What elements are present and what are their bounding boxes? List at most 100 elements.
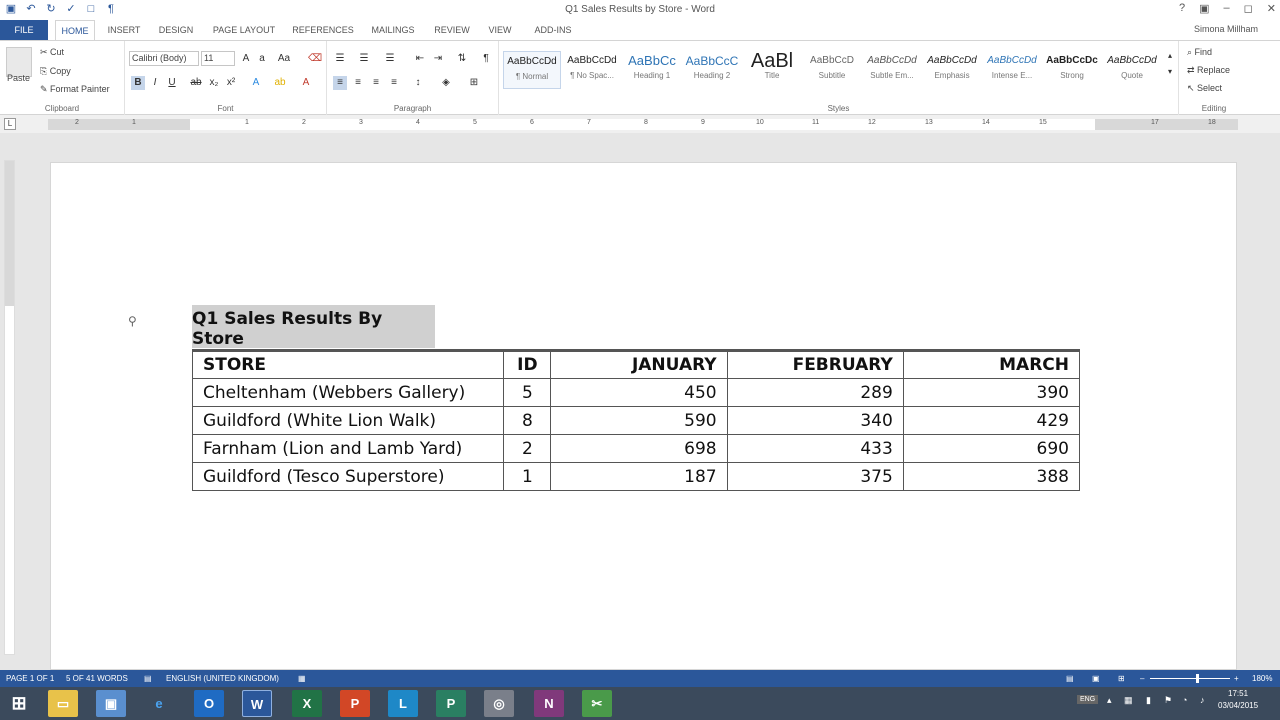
help-icon[interactable]: ? <box>1179 2 1185 15</box>
format-painter-button[interactable]: ✎ Format Painter <box>40 84 110 95</box>
style-quote[interactable]: AaBbCcDd Quote <box>1103 51 1161 89</box>
table-cell[interactable]: Guildford (White Lion Walk) <box>191 406 505 435</box>
internet-explorer-icon[interactable]: e <box>144 690 174 717</box>
tray-chevron-icon[interactable]: ▴ <box>1107 695 1112 706</box>
font-color-icon[interactable]: A <box>299 76 313 90</box>
multilevel-list-icon[interactable]: ☰ <box>383 52 397 66</box>
header-february[interactable]: FEBRUARY <box>726 349 904 379</box>
header-id[interactable]: ID <box>503 349 552 379</box>
tab-page-layout[interactable]: PAGE LAYOUT <box>206 20 282 40</box>
clear-formatting-icon[interactable]: ⌫ <box>308 52 322 66</box>
strikethrough-icon[interactable]: ab <box>189 76 203 90</box>
font-name-dropdown[interactable]: Calibri (Body) <box>129 51 199 66</box>
table-cell[interactable]: 590 <box>550 406 728 435</box>
outlook-icon[interactable]: O <box>194 690 224 717</box>
tab-view[interactable]: VIEW <box>482 20 518 40</box>
ribbon-display-icon[interactable]: ▣ <box>1199 2 1209 15</box>
zoom-out-icon[interactable]: – <box>1140 674 1144 683</box>
document-title[interactable]: Q1 Sales Results By Store <box>192 305 435 349</box>
style-emphasis[interactable]: AaBbCcDd Emphasis <box>923 51 981 89</box>
style-title[interactable]: AaBl Title <box>743 51 801 89</box>
tab-add-ins[interactable]: ADD-INS <box>525 20 581 40</box>
table-cell[interactable]: 690 <box>902 434 1081 463</box>
network-icon[interactable]: ▦ <box>1124 695 1133 706</box>
restore-icon[interactable]: ◻ <box>1244 2 1253 15</box>
snipping-tool-icon[interactable]: ✂ <box>582 690 612 717</box>
table-cell[interactable]: 375 <box>726 462 904 491</box>
table-cell[interactable]: 340 <box>726 406 904 435</box>
bullets-icon[interactable]: ☰ <box>333 52 347 66</box>
start-button[interactable]: ⊞ <box>4 690 34 717</box>
align-left-icon[interactable]: ≡ <box>333 76 347 90</box>
style-intense-emphasis[interactable]: AaBbCcDd Intense E... <box>983 51 1041 89</box>
change-case-icon[interactable]: Aa <box>277 52 291 66</box>
numbering-icon[interactable]: ☰ <box>357 52 371 66</box>
table-cell[interactable]: Cheltenham (Webbers Gallery) <box>191 378 505 407</box>
clock-time[interactable]: 17:51 <box>1228 689 1248 698</box>
styles-scroll-up-icon[interactable]: ▴ <box>1163 49 1177 63</box>
grow-font-icon[interactable]: A <box>239 52 253 66</box>
lync-icon[interactable]: L <box>388 690 418 717</box>
table-cell[interactable]: 388 <box>902 462 1081 491</box>
table-cell[interactable]: 390 <box>902 378 1081 407</box>
print-layout-icon[interactable]: ▣ <box>1092 674 1100 683</box>
paste-button[interactable]: Paste <box>7 73 30 83</box>
table-cell[interactable]: 187 <box>550 462 728 491</box>
shrink-font-icon[interactable]: a <box>255 52 269 66</box>
tab-selector-icon[interactable]: L <box>4 118 16 130</box>
header-store[interactable]: STORE <box>191 349 505 379</box>
line-spacing-icon[interactable]: ↕ <box>411 76 425 90</box>
wifi-icon[interactable]: ◔ <box>1182 695 1187 705</box>
underline-icon[interactable]: U <box>165 76 179 90</box>
table-cell[interactable]: 429 <box>902 406 1081 435</box>
superscript-icon[interactable]: x² <box>224 76 238 90</box>
powerpoint-icon[interactable]: P <box>340 690 370 717</box>
header-march[interactable]: MARCH <box>902 349 1081 379</box>
vertical-ruler[interactable] <box>4 160 15 655</box>
proofing-icon[interactable]: ▤ <box>144 674 152 683</box>
table-cell[interactable]: 289 <box>726 378 904 407</box>
zoom-level[interactable]: 180% <box>1252 674 1272 683</box>
tab-home[interactable]: HOME <box>55 20 95 40</box>
tab-file[interactable]: FILE <box>0 20 48 40</box>
horizontal-ruler[interactable]: L 2 1 1 2 3 4 5 6 7 8 9 10 11 12 13 14 1… <box>0 115 1280 133</box>
cut-button[interactable]: ✂ Cut <box>40 47 64 58</box>
table-cell[interactable]: 698 <box>550 434 728 463</box>
file-explorer-icon[interactable]: ▭ <box>48 690 78 717</box>
tab-insert[interactable]: INSERT <box>102 20 146 40</box>
shading-icon[interactable]: ◈ <box>439 76 453 90</box>
close-icon[interactable]: ✕ <box>1267 2 1276 15</box>
sort-icon[interactable]: ⇅ <box>455 52 469 66</box>
remote-desktop-icon[interactable]: ▣ <box>96 690 126 717</box>
volume-icon[interactable]: ♪ <box>1200 695 1205 705</box>
increase-indent-icon[interactable]: ⇥ <box>431 52 445 66</box>
align-right-icon[interactable]: ≡ <box>369 76 383 90</box>
word-icon[interactable]: W <box>242 690 272 717</box>
battery-icon[interactable]: ▮ <box>1146 695 1151 706</box>
zoom-slider-thumb[interactable] <box>1196 674 1199 683</box>
style-heading-2[interactable]: AaBbCcC Heading 2 <box>683 51 741 89</box>
minimize-icon[interactable]: – <box>1224 2 1230 15</box>
table-cell[interactable]: 433 <box>726 434 904 463</box>
onenote-icon[interactable]: N <box>534 690 564 717</box>
replace-button[interactable]: ⇄ Replace <box>1187 65 1230 76</box>
borders-icon[interactable]: ⊞ <box>467 76 481 90</box>
zoom-in-icon[interactable]: + <box>1234 674 1239 683</box>
italic-icon[interactable]: I <box>148 76 162 90</box>
table-cell[interactable]: 5 <box>503 378 552 407</box>
table-cell[interactable]: Guildford (Tesco Superstore) <box>191 462 505 491</box>
font-size-dropdown[interactable]: 11 <box>201 51 235 66</box>
style-normal[interactable]: AaBbCcDd ¶ Normal <box>503 51 561 89</box>
language-indicator[interactable]: ENGLISH (UNITED KINGDOM) <box>166 674 279 683</box>
align-center-icon[interactable]: ≡ <box>351 76 365 90</box>
flag-icon[interactable]: ⚑ <box>1164 695 1172 706</box>
highlight-icon[interactable]: ab <box>273 76 287 90</box>
tab-references[interactable]: REFERENCES <box>289 20 357 40</box>
table-cell[interactable]: 2 <box>503 434 552 463</box>
excel-icon[interactable]: X <box>292 690 322 717</box>
table-cell[interactable]: 1 <box>503 462 552 491</box>
keyboard-indicator[interactable]: ENG <box>1077 695 1099 704</box>
decrease-indent-icon[interactable]: ⇤ <box>413 52 427 66</box>
word-count[interactable]: 5 OF 41 WORDS <box>66 674 128 683</box>
show-hide-icon[interactable]: ¶ <box>479 52 493 66</box>
